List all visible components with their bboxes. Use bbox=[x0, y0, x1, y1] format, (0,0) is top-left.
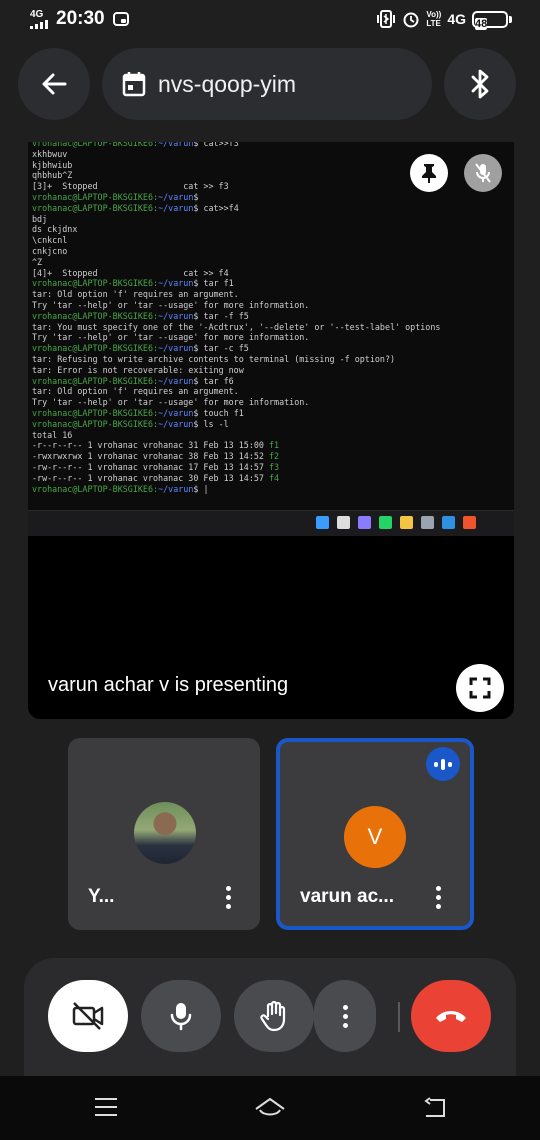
terminal-line: ^Z bbox=[32, 256, 43, 267]
terminal-line: -rw-r--r-- 1 vrohanac vrohanac 17 Feb 13… bbox=[32, 462, 280, 472]
terminal-line: tar: Old option 'f' requires an argument… bbox=[32, 289, 239, 300]
terminal-line: vrohanac@LAPTOP-BKSGIKE6:~/varun$ tar f6 bbox=[32, 375, 234, 386]
system-navigation-bar bbox=[0, 1076, 540, 1140]
camera-off-icon bbox=[72, 1002, 104, 1030]
terminal-line: vrohanac@LAPTOP-BKSGIKE6:~/varun$ cat>>f… bbox=[32, 142, 239, 148]
bluetooth-icon bbox=[471, 69, 489, 99]
fullscreen-button[interactable] bbox=[456, 664, 504, 712]
copilot-icon bbox=[358, 516, 371, 529]
terminal-line: vrohanac@LAPTOP-BKSGIKE6:~/varun$ ls -l bbox=[32, 418, 229, 429]
terminal-line: -rw-r--r-- 1 vrohanac vrohanac 30 Feb 13… bbox=[32, 472, 280, 483]
participant-avatar-initial: V bbox=[344, 806, 406, 868]
presentation-stage: vrohanac@LAPTOP-BKSGIKE6:~/varun$ cat>>f… bbox=[28, 142, 514, 719]
back-nav-icon[interactable] bbox=[422, 1096, 448, 1120]
terminal-line: bdj bbox=[32, 213, 48, 224]
cellular-signal-icon: 4G bbox=[30, 9, 48, 29]
raise-hand-button[interactable] bbox=[234, 980, 314, 1052]
terminal-line: tar: Old option 'f' requires an argument… bbox=[32, 386, 239, 397]
brave-icon bbox=[463, 516, 476, 529]
recent-apps-icon[interactable] bbox=[93, 1096, 119, 1118]
terminal-line: vrohanac@LAPTOP-BKSGIKE6:~/varun$ | bbox=[32, 483, 209, 494]
notification-app-icon bbox=[112, 12, 129, 26]
mic-off-icon bbox=[475, 163, 491, 183]
terminal-line: vrohanac@LAPTOP-BKSGIKE6:~/varun$ tar -c… bbox=[32, 343, 249, 354]
end-call-button[interactable] bbox=[411, 980, 491, 1052]
terminal-line: Try 'tar --help' or 'tar --usage' for mo… bbox=[32, 397, 310, 408]
terminal-line: [4]+ Stopped cat >> f4 bbox=[32, 267, 229, 278]
terminal-line: qhbhub^Z bbox=[32, 170, 73, 181]
volte-indicator: Vo)) LTE bbox=[426, 10, 442, 28]
bluetooth-vibrate-icon bbox=[377, 10, 396, 28]
battery-level: 48 bbox=[475, 17, 488, 30]
file-explorer-icon bbox=[400, 516, 413, 529]
pin-icon bbox=[422, 164, 436, 183]
participant-avatar-photo bbox=[134, 802, 196, 864]
camera-toggle-button[interactable] bbox=[48, 980, 128, 1052]
terminal-line: vrohanac@LAPTOP-BKSGIKE6:~/varun$ bbox=[32, 192, 199, 202]
pin-button[interactable] bbox=[410, 154, 448, 192]
shared-screen-terminal: vrohanac@LAPTOP-BKSGIKE6:~/varun$ cat>>f… bbox=[28, 142, 514, 510]
alarm-icon bbox=[403, 12, 419, 28]
participant-more-button[interactable] bbox=[225, 886, 231, 909]
back-button[interactable] bbox=[18, 48, 90, 120]
terminal-line: -rwxrwxrwx 1 vrohanac vrohanac 38 Feb 13… bbox=[32, 451, 280, 462]
vscode-icon bbox=[442, 516, 455, 529]
end-call-icon bbox=[436, 1011, 466, 1022]
status-time: 20:30 bbox=[56, 8, 105, 29]
terminal-line: cnkjcno bbox=[32, 246, 68, 256]
participant-tile[interactable]: Y... bbox=[68, 738, 260, 930]
arrow-left-icon bbox=[42, 73, 67, 95]
terminal-line: vrohanac@LAPTOP-BKSGIKE6:~/varun$ cat>>f… bbox=[32, 202, 239, 213]
terminal-line: tar: Refusing to write archive contents … bbox=[32, 354, 396, 364]
shared-screen-taskbar bbox=[28, 510, 514, 536]
meeting-info-button[interactable]: nvs-qoop-yim bbox=[102, 48, 432, 120]
participant-name: Y... bbox=[88, 886, 115, 907]
home-icon[interactable] bbox=[253, 1096, 287, 1120]
more-options-button[interactable] bbox=[314, 980, 376, 1052]
controls-divider bbox=[398, 1002, 400, 1032]
speaking-indicator-icon bbox=[426, 747, 460, 781]
settings-icon bbox=[421, 516, 434, 529]
meeting-code: nvs-qoop-yim bbox=[158, 70, 297, 97]
terminal-line: -r--r--r-- 1 vrohanac vrohanac 31 Feb 13… bbox=[32, 440, 280, 451]
status-bar: 4G 20:30 Vo)) LTE 4G 48 bbox=[0, 0, 540, 42]
call-controls-bar bbox=[24, 958, 516, 1076]
participant-tile-active-speaker[interactable]: V varun ac... bbox=[276, 738, 474, 930]
terminal-line: Try 'tar --help' or 'tar --usage' for mo… bbox=[32, 300, 310, 310]
terminal-line: [3]+ Stopped cat >> f3 bbox=[32, 181, 229, 192]
calendar-icon bbox=[122, 72, 146, 97]
terminal-line: ds ckjdnx bbox=[32, 224, 78, 235]
terminal-line: vrohanac@LAPTOP-BKSGIKE6:~/varun$ tar f1 bbox=[32, 278, 234, 289]
terminal-line: total 16 bbox=[32, 429, 73, 440]
bluetooth-audio-button[interactable] bbox=[444, 48, 516, 120]
mic-icon bbox=[170, 1003, 192, 1031]
fullscreen-icon bbox=[469, 677, 491, 699]
terminal-line: xkhbwuv bbox=[32, 148, 68, 159]
microphone-toggle-button[interactable] bbox=[141, 980, 221, 1052]
participant-more-button[interactable] bbox=[435, 886, 441, 909]
presenter-muted-indicator bbox=[464, 154, 502, 192]
terminal-line: \cnkcnl bbox=[32, 235, 68, 246]
windows-start-icon bbox=[316, 516, 329, 529]
more-options-icon bbox=[342, 1004, 348, 1028]
raise-hand-icon bbox=[260, 1000, 286, 1032]
terminal-line: tar: You must specify one of the '-Acdtr… bbox=[32, 321, 441, 332]
search-icon bbox=[337, 516, 350, 529]
whatsapp-icon bbox=[379, 516, 392, 529]
presenting-label: varun achar v is presenting bbox=[48, 674, 289, 696]
terminal-line: tar: Error is not recoverable: exiting n… bbox=[32, 364, 244, 375]
terminal-line: Try 'tar --help' or 'tar --usage' for mo… bbox=[32, 332, 310, 343]
data-type-label: 4G bbox=[447, 11, 466, 27]
battery-icon: 48 bbox=[472, 10, 512, 30]
participant-name: varun ac... bbox=[300, 886, 394, 907]
terminal-line: kjbhwiub bbox=[32, 159, 73, 170]
terminal-line: vrohanac@LAPTOP-BKSGIKE6:~/varun$ tar -f… bbox=[32, 310, 249, 321]
terminal-line: vrohanac@LAPTOP-BKSGIKE6:~/varun$ touch … bbox=[32, 408, 244, 418]
